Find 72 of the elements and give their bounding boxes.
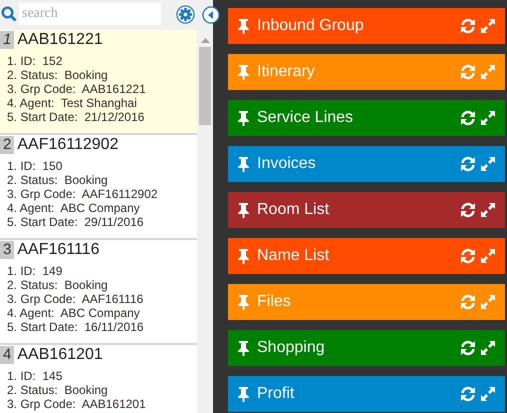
order-detail: 1. ID: 150 [7, 159, 64, 173]
pin-icon [238, 18, 249, 34]
order-detail: 4. Agent: ABC Company [7, 306, 141, 320]
refresh-icon[interactable] [460, 156, 476, 172]
pin-icon [238, 386, 249, 402]
pin-icon [238, 340, 249, 356]
panel-header[interactable]: Shopping [228, 330, 505, 366]
order-code[interactable]: AAF161116 [17, 241, 100, 259]
order-code[interactable]: AAB161221 [17, 31, 103, 49]
panel-header[interactable]: Name List [228, 238, 505, 274]
order-detail: 5. Start Date: 21/12/2016 [7, 110, 146, 124]
order-detail: 4. Agent: Test Shanghai [7, 96, 138, 110]
pin-icon [238, 64, 249, 80]
order-detail: 4. Agent: ABC Company [7, 201, 141, 215]
refresh-icon[interactable] [460, 110, 476, 126]
item-number: 3 [0, 241, 14, 259]
order-detail: 5. Start Date: 29/11/2016 [7, 215, 145, 229]
panel-title: Invoices [257, 155, 317, 173]
order-code[interactable]: AAF16112902 [17, 136, 118, 154]
settings-icon[interactable] [176, 4, 195, 24]
refresh-icon[interactable] [460, 386, 476, 402]
panel-title: Service Lines [257, 109, 354, 127]
order-detail: 1. ID: 152 [7, 54, 64, 68]
pin-icon [238, 110, 249, 126]
scrollbar-thumb[interactable] [199, 47, 211, 125]
order-detail: 2. Status: Booking [7, 383, 109, 397]
pin-icon [238, 202, 249, 218]
panel-header[interactable]: Service Lines [228, 100, 505, 136]
expand-icon[interactable] [480, 156, 496, 172]
item-number: 4 [0, 346, 14, 364]
order-detail: 2. Status: Booking [7, 68, 109, 82]
order-detail: 1. ID: 149 [7, 264, 64, 278]
scroll-up-icon[interactable] [200, 38, 210, 43]
order-detail: 3. Grp Code: AAF16112902 [7, 187, 159, 201]
panel-header[interactable]: Invoices [228, 146, 505, 182]
panel-title: Inbound Group [257, 17, 365, 35]
panel-title: Profit [257, 385, 296, 403]
search-icon[interactable] [1, 6, 17, 22]
order-detail: 1. ID: 145 [7, 369, 64, 383]
panel-title: Files [257, 293, 292, 311]
expand-icon[interactable] [480, 110, 496, 126]
pin-icon [238, 156, 249, 172]
scrollbar[interactable] [197, 30, 213, 413]
search-field[interactable]: search [19, 3, 161, 25]
panel-header[interactable]: Room List [228, 192, 505, 228]
expand-icon[interactable] [480, 340, 496, 356]
refresh-icon[interactable] [460, 202, 476, 218]
expand-icon[interactable] [480, 202, 496, 218]
order-detail: 3. Grp Code: AAB161201 [7, 397, 147, 411]
panel-title: Room List [257, 201, 330, 219]
panel-title: Name List [257, 247, 330, 265]
order-code[interactable]: AAB161201 [17, 346, 103, 364]
pin-icon [238, 294, 249, 310]
refresh-icon[interactable] [460, 18, 476, 34]
expand-icon[interactable] [480, 386, 496, 402]
order-detail: 3. Grp Code: AAF161116 [7, 292, 144, 306]
expand-icon[interactable] [480, 18, 496, 34]
item-number: 2 [0, 136, 14, 154]
order-detail: 5. Start Date: 16/11/2016 [7, 320, 145, 334]
order-detail: 2. Status: Booking [7, 173, 109, 187]
collapse-icon[interactable] [202, 6, 220, 24]
pin-icon [238, 248, 249, 264]
panel-header[interactable]: Profit [228, 376, 505, 412]
refresh-icon[interactable] [460, 340, 476, 356]
expand-icon[interactable] [480, 248, 496, 264]
order-detail: 3. Grp Code: AAB161221 [7, 82, 147, 96]
panel-header[interactable]: Inbound Group [228, 8, 505, 44]
order-detail: 2. Status: Booking [7, 278, 109, 292]
item-number: 1 [0, 31, 14, 49]
panel-title: Itinerary [257, 63, 316, 81]
refresh-icon[interactable] [460, 248, 476, 264]
panel-title: Shopping [257, 339, 326, 357]
